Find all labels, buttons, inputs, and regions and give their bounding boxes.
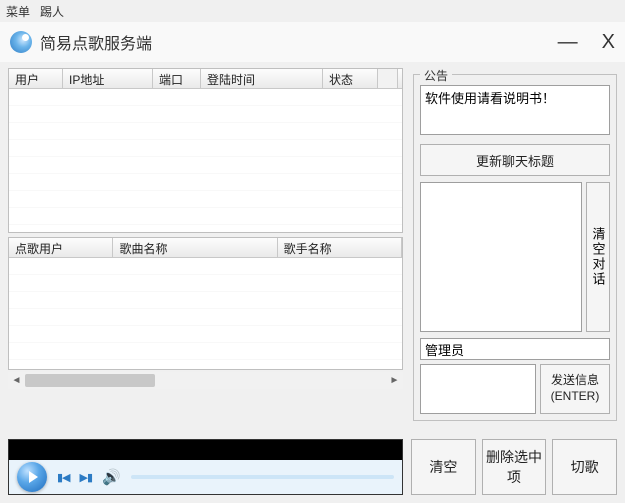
message-input[interactable] [420,364,536,414]
users-table[interactable]: 用户 IP地址 端口 登陆时间 状态 [8,68,403,233]
close-button[interactable]: X [602,32,615,52]
play-button[interactable] [17,462,47,492]
col-user[interactable]: 用户 [9,69,63,88]
admin-name-input[interactable] [420,338,610,360]
media-player: ▮◀ ▶▮ 🔊 [8,439,403,495]
scroll-left-icon[interactable]: ◄ [8,372,25,389]
col-song-name[interactable]: 歌曲名称 [113,238,277,257]
scroll-thumb[interactable] [25,374,155,387]
announcement-label: 公告 [420,67,452,84]
clear-chat-button[interactable]: 清空对话 [586,182,610,332]
col-port[interactable]: 端口 [153,69,201,88]
song-queue-table[interactable]: 点歌用户 歌曲名称 歌手名称 [8,237,403,370]
col-login-time[interactable]: 登陆时间 [201,69,323,88]
minimize-button[interactable]: — [558,32,578,52]
volume-icon[interactable]: 🔊 [102,468,121,486]
menu-main[interactable]: 菜单 [6,3,30,20]
app-icon [10,31,32,53]
player-display [9,440,402,460]
menu-kick[interactable]: 踢人 [40,3,64,20]
announcement-input[interactable]: 软件使用请看说明书！ [420,85,610,135]
send-button[interactable]: 发送信息 (ENTER) [540,364,610,414]
update-chat-title-button[interactable]: 更新聊天标题 [420,144,610,176]
chat-log[interactable] [420,182,582,332]
col-artist-name[interactable]: 歌手名称 [278,238,402,257]
horizontal-scrollbar[interactable]: ◄ ► [8,372,403,389]
col-request-user[interactable]: 点歌用户 [9,238,113,257]
app-title: 简易点歌服务端 [40,30,152,54]
col-status[interactable]: 状态 [323,69,378,88]
delete-selected-button[interactable]: 删除选中项 [482,439,547,495]
progress-track[interactable] [131,475,394,479]
clear-button[interactable]: 清空 [411,439,476,495]
next-button[interactable]: ▶▮ [80,471,93,484]
scroll-right-icon[interactable]: ► [386,372,403,389]
users-table-body[interactable] [9,89,402,233]
col-extra [378,69,398,88]
cut-song-button[interactable]: 切歌 [552,439,617,495]
prev-button[interactable]: ▮◀ [57,471,70,484]
announcement-group: 公告 软件使用请看说明书！ 更新聊天标题 清空对话 发送信息 (ENTER) [413,74,617,421]
song-queue-body[interactable] [9,258,402,370]
col-ip[interactable]: IP地址 [63,69,153,88]
